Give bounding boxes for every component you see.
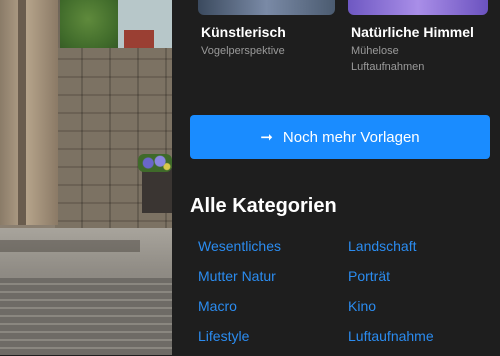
templates-panel: Künstlerisch Vogelperspektive Natürliche…: [172, 0, 500, 355]
photo-shadow: [0, 240, 140, 252]
category-link-luftaufnahme[interactable]: Luftaufnahme: [348, 326, 434, 346]
template-thumbnail-natuerliche-himmel[interactable]: [348, 0, 488, 15]
category-link-kino[interactable]: Kino: [348, 296, 376, 316]
category-link-wesentliches[interactable]: Wesentliches: [198, 236, 281, 256]
template-title[interactable]: Künstlerisch: [201, 24, 286, 40]
arrow-right-icon: ➞: [260, 129, 273, 146]
background-photo: [0, 0, 172, 355]
categories-list: Wesentliches Landschaft Mutter Natur Por…: [198, 236, 498, 356]
category-link-landschaft[interactable]: Landschaft: [348, 236, 417, 256]
more-templates-label: Noch mehr Vorlagen: [282, 128, 420, 146]
photo-flower-pot: [142, 168, 172, 213]
all-categories-heading: Alle Kategorien: [190, 195, 337, 217]
category-link-lifestyle[interactable]: Lifestyle: [198, 326, 249, 346]
template-subtitle: Vogelperspektive: [201, 45, 285, 57]
template-thumbnail-kuenstlerisch[interactable]: [198, 0, 335, 15]
photo-pillar: [0, 0, 58, 225]
photo-window: [118, 0, 172, 52]
category-link-mutter-natur[interactable]: Mutter Natur: [198, 266, 276, 286]
category-link-portraet[interactable]: Porträt: [348, 266, 390, 286]
template-subtitle: Mühelose Luftaufnahmen: [351, 45, 425, 73]
photo-pillar-shadow: [18, 0, 26, 225]
category-link-macro[interactable]: Macro: [198, 296, 237, 316]
photo-cobblestones: [0, 278, 172, 355]
photo-flowers: [138, 154, 172, 172]
more-templates-button[interactable]: ➞ Noch mehr Vorlagen: [190, 115, 490, 159]
template-title[interactable]: Natürliche Himmel: [351, 24, 474, 40]
